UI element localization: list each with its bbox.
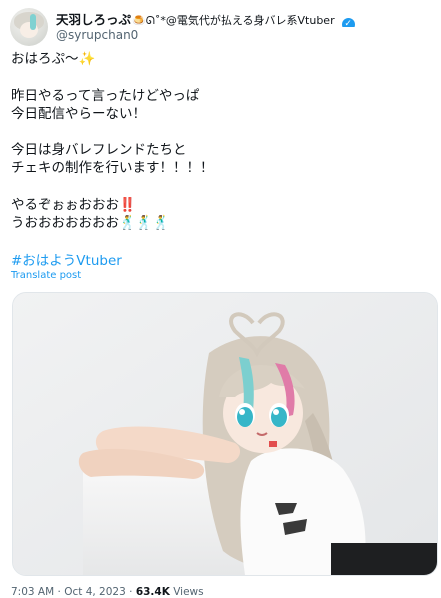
author-display-name[interactable]: 天羽しろっぷ	[56, 12, 131, 27]
tweet-header: 天羽しろっぷ🍮ᘏ˚*@電気代が払える身バレ系Vtuber ✓ @syrupcha…	[10, 6, 431, 46]
avatar-hair-streak	[30, 14, 36, 30]
tweet-line: うおおおおおおお🕺🕺🕺	[11, 215, 170, 231]
tweet-line: おはろぷ〜✨	[11, 51, 96, 67]
views-count: 63.4K	[135, 586, 170, 598]
tweet-text: おはろぷ〜✨ 昨日やるって言ったけどやっぱ 今日配信やらーない！ 今日は身バレフ…	[11, 50, 431, 270]
tweet-line: 今日は身バレフレンドたちと	[11, 142, 187, 158]
tweet-paragraph-1: おはろぷ〜✨	[11, 50, 431, 68]
translate-post-link[interactable]: Translate post	[11, 270, 81, 281]
views-label: Views	[173, 586, 204, 598]
author-avatar[interactable]	[10, 8, 48, 46]
author-handle[interactable]: @syrupchan0	[56, 28, 138, 42]
tweet-time[interactable]: 7:03 AM	[11, 586, 54, 598]
meta-separator: ·	[57, 586, 61, 598]
tweet-paragraph-4: やるぞぉぉおおお‼️ うおおおおおおお🕺🕺🕺	[11, 196, 431, 232]
tweet-photo[interactable]	[12, 292, 438, 576]
photo-illustration	[13, 293, 437, 575]
tweet-date[interactable]: Oct 4, 2023	[64, 586, 126, 598]
tweet-line: やるぞぉぉおおお‼️	[11, 197, 136, 213]
verified-badge-icon: ✓	[341, 18, 355, 27]
tweet-paragraph-3: 今日は身バレフレンドたちと チェキの制作を行います！！！！	[11, 141, 431, 177]
hashtag-link[interactable]: #おはようVtuber	[11, 252, 431, 270]
tweet-meta: 7:03 AM · Oct 4, 2023 · 63.4K Views	[11, 586, 204, 598]
author-name-row[interactable]: 天羽しろっぷ🍮ᘏ˚*@電気代が払える身バレ系Vtuber ✓	[56, 9, 431, 27]
tweet-paragraph-2: 昨日やるって言ったけどやっぱ 今日配信やらーない！	[11, 87, 431, 123]
tweet-line: チェキの制作を行います！！！！	[11, 160, 214, 176]
tweet-line: 昨日やるって言ったけどやっぱ	[11, 88, 200, 104]
tweet-line: 今日配信やらーない！	[11, 106, 146, 122]
author-name-suffix: 🍮ᘏ˚*@電気代が払える身バレ系Vtuber	[132, 14, 335, 27]
meta-separator: ·	[129, 586, 133, 598]
